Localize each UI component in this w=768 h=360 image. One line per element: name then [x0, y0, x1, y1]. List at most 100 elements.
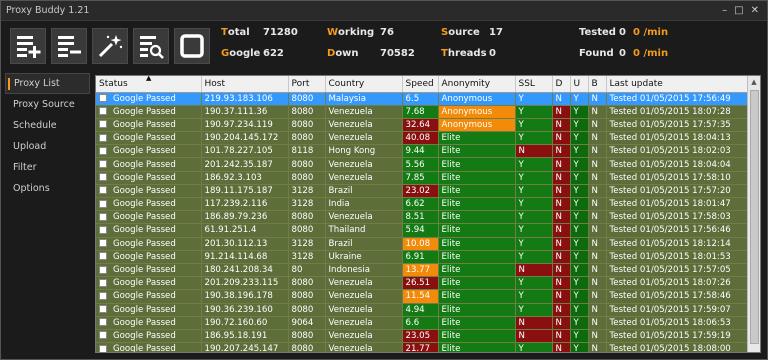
col-b[interactable]: B: [588, 76, 607, 93]
table-row[interactable]: Google Passed 190.204.145.172 8080 Venezuel…: [96, 131, 749, 146]
table-row[interactable]: Google Passed 201.209.233.115 8080 Venezuel…: [96, 276, 749, 291]
row-checkbox[interactable]: [99, 173, 107, 182]
cell-host: 186.89.79.236: [201, 210, 289, 225]
cell-last-update: Tested 01/05/2015 17:59:19: [606, 329, 749, 344]
remove-proxies-button[interactable]: [51, 28, 87, 64]
row-checkbox[interactable]: [99, 278, 107, 287]
table-row[interactable]: Google Passed 190.97.234.119 8080 Venezuela…: [96, 118, 749, 133]
row-checkbox[interactable]: [99, 252, 107, 261]
cell-ssl: Y: [515, 223, 553, 238]
search-proxies-button[interactable]: [133, 28, 169, 64]
table-row[interactable]: Google Passed 201.30.112.13 3128 Brazil 10.0…: [96, 237, 749, 251]
proxy-grid[interactable]: Status ▲ Host Port Country Speed Anonymit…: [95, 75, 761, 353]
row-checkbox[interactable]: [99, 239, 107, 248]
row-checkbox[interactable]: [99, 107, 107, 116]
row-checkbox[interactable]: [99, 146, 107, 155]
row-checkbox[interactable]: [99, 160, 107, 169]
cell-ssl: Y: [515, 303, 553, 317]
row-checkbox[interactable]: [99, 225, 107, 234]
cell-speed: 40.08: [402, 131, 439, 146]
sidebar-item-proxy-list[interactable]: Proxy List: [5, 73, 90, 94]
cell-b: N: [588, 237, 607, 251]
row-checkbox[interactable]: [99, 265, 107, 274]
table-row[interactable]: Google Passed 186.92.3.103 8080 Venezuela 7.…: [96, 171, 749, 185]
sidebar-item-options[interactable]: Options: [5, 178, 90, 199]
row-checkbox[interactable]: [99, 305, 107, 314]
cell-u: Y: [570, 184, 589, 199]
table-row[interactable]: Google Passed 190.38.196.178 8080 Venezuela…: [96, 289, 749, 304]
cell-host: 91.214.114.68: [201, 250, 289, 264]
table-row[interactable]: Google Passed 190.36.239.160 8080 Venezuela…: [96, 303, 749, 317]
table-row[interactable]: Google Passed 117.239.2.116 3128 India 6.62 E…: [96, 197, 749, 212]
row-checkbox[interactable]: [99, 344, 107, 352]
cell-anonymity: Elite: [438, 276, 516, 291]
table-row[interactable]: Google Passed 186.95.18.191 8080 Venezuela 2…: [96, 329, 749, 344]
cell-anonymity: Elite: [438, 250, 516, 264]
cell-last-update: Tested 01/05/2015 18:12:14: [606, 237, 749, 251]
cell-u: Y: [570, 210, 589, 225]
sidebar-item-upload[interactable]: Upload: [5, 136, 90, 157]
cell-ssl: Y: [515, 289, 553, 304]
row-checkbox[interactable]: [99, 94, 107, 103]
cell-country: Brazil: [325, 237, 403, 251]
table-row[interactable]: Google Passed 189.11.175.187 3128 Brazil 23.…: [96, 184, 749, 199]
col-last-update[interactable]: Last update: [606, 76, 749, 93]
row-checkbox[interactable]: [99, 199, 107, 208]
cell-d: N: [552, 157, 571, 172]
row-checkbox[interactable]: [99, 120, 107, 129]
scroll-up-icon[interactable]: ▲: [748, 76, 760, 89]
table-row[interactable]: Google Passed 201.242.35.187 8080 Venezuela…: [96, 157, 749, 172]
col-speed[interactable]: Speed: [402, 76, 439, 93]
table-row[interactable]: Google Passed 61.91.251.4 8080 Thailand 5.94…: [96, 223, 749, 238]
row-checkbox[interactable]: [99, 133, 107, 142]
sidebar-item-proxy-source[interactable]: Proxy Source: [5, 94, 90, 115]
auto-test-button[interactable]: [92, 28, 128, 64]
cell-last-update: Tested 01/05/2015 17:58:03: [606, 210, 749, 225]
col-host[interactable]: Host: [201, 76, 289, 93]
cell-status: Google Passed: [96, 184, 202, 199]
cell-anonymity: Elite: [438, 329, 516, 344]
table-row[interactable]: Google Passed 219.93.183.106 8080 Malaysia 6…: [96, 92, 749, 106]
cell-ssl: Y: [515, 210, 553, 225]
table-row[interactable]: Google Passed 190.72.160.60 9064 Venezuela 6…: [96, 316, 749, 330]
sidebar-item-filter[interactable]: Filter: [5, 157, 90, 178]
close-button[interactable]: ✕: [751, 5, 759, 16]
col-port[interactable]: Port: [288, 76, 326, 93]
stop-button[interactable]: [174, 28, 210, 64]
cell-status: Google Passed: [96, 263, 202, 278]
table-row[interactable]: Google Passed 180.241.208.34 80 Indonesia 13…: [96, 263, 749, 278]
scroll-thumb[interactable]: [750, 90, 759, 344]
cell-u: Y: [570, 223, 589, 238]
table-row[interactable]: Google Passed 190.37.111.36 8080 Venezuela 7…: [96, 105, 749, 119]
row-checkbox[interactable]: [99, 331, 107, 340]
row-checkbox[interactable]: [99, 212, 107, 221]
status-text: Google Passed: [113, 225, 176, 236]
table-row[interactable]: Google Passed 91.214.114.68 3128 Ukraine 6.9…: [96, 250, 749, 264]
col-country[interactable]: Country: [325, 76, 403, 93]
row-checkbox[interactable]: [99, 186, 107, 195]
cell-last-update: Tested 01/05/2015 17:56:49: [606, 92, 749, 106]
cell-b: N: [588, 171, 607, 185]
cell-d: N: [552, 131, 571, 146]
row-checkbox[interactable]: [99, 291, 107, 300]
table-row[interactable]: Google Passed 186.89.79.236 8080 Venezuela 8…: [96, 210, 749, 225]
cell-d: N: [552, 329, 571, 344]
col-status[interactable]: Status ▲: [96, 76, 202, 93]
col-d[interactable]: D: [552, 76, 571, 93]
stat-found: Found 0 0 /min: [579, 48, 669, 59]
table-row[interactable]: Google Passed 190.207.245.147 8080 Venezuel…: [96, 342, 749, 352]
cell-speed: 6.5: [402, 92, 439, 106]
minimize-button[interactable]: –: [722, 5, 727, 16]
col-u[interactable]: U: [570, 76, 589, 93]
cell-speed: 26.51: [402, 276, 439, 291]
app-title: Proxy Buddy 1.21: [6, 5, 90, 16]
vertical-scrollbar[interactable]: ▲: [747, 76, 760, 352]
table-row[interactable]: Google Passed 101.78.227.105 8118 Hong Kong…: [96, 144, 749, 159]
col-ssl[interactable]: SSL: [515, 76, 553, 93]
add-proxies-button[interactable]: [10, 28, 46, 64]
cell-last-update: Tested 01/05/2015 18:07:26: [606, 276, 749, 291]
row-checkbox[interactable]: [99, 318, 107, 327]
col-anonymity[interactable]: Anonymity: [438, 76, 516, 93]
sidebar-item-schedule[interactable]: Schedule: [5, 115, 90, 136]
maximize-button[interactable]: □: [734, 5, 743, 16]
